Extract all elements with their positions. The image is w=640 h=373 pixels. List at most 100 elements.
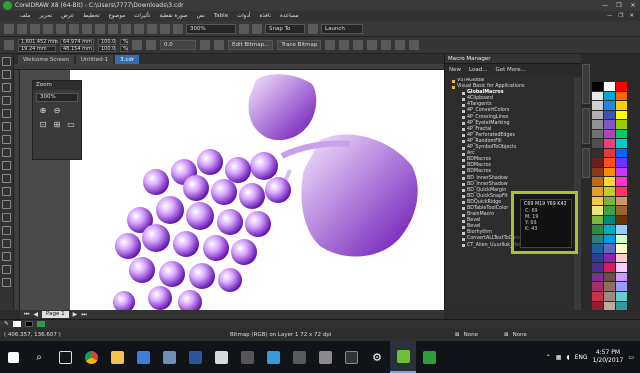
palette-swatch[interactable] [616,158,627,167]
palette-swatch[interactable] [604,101,615,110]
redo-icon[interactable] [108,23,118,34]
palette-swatch[interactable] [604,158,615,167]
publish-pdf-icon[interactable] [160,23,170,34]
export-icon[interactable] [147,23,157,34]
menu-tools[interactable]: أدوات [237,13,250,19]
network-icon[interactable]: ▦ [556,354,562,361]
palette-swatch[interactable] [616,292,627,301]
palette-swatch[interactable] [592,91,603,101]
chevron-up-icon[interactable]: ⌃ [546,354,551,361]
full-screen-icon[interactable] [173,23,183,34]
open-icon[interactable] [17,23,27,34]
zoom-docker-level-dropdown[interactable]: 300% [36,93,78,102]
launch-dropdown[interactable]: Launch [321,23,363,34]
edit-bitmap-button[interactable]: Edit Bitmap... [228,40,274,50]
macro-load-button[interactable]: Load... [469,67,487,73]
palette-swatch[interactable] [592,82,603,91]
palette-swatch[interactable] [616,196,627,206]
palette-swatch[interactable] [592,139,603,148]
fill-none-icon[interactable]: ⊠ [455,332,460,338]
palette-swatch[interactable] [604,272,615,282]
palette-swatch[interactable] [592,234,603,244]
eyedropper-tool-icon[interactable] [2,239,11,248]
menu-edit[interactable]: تحرير [39,13,52,19]
menu-object[interactable]: موضوع [109,13,126,19]
show-rulers-icon[interactable] [239,23,249,34]
palette-swatch[interactable] [616,129,627,139]
palette-swatch[interactable] [616,167,627,177]
scale-height-field[interactable]: 100.0 [98,45,116,52]
menu-bitmaps[interactable]: صورة نقطية [159,13,187,19]
first-page-icon[interactable]: ⏮ [24,311,29,319]
palette-swatch[interactable] [592,292,603,301]
mirror-vertical-icon[interactable] [214,40,224,50]
snap-to-dropdown[interactable]: Snap To [265,23,305,34]
zoom-tool-icon[interactable] [2,96,11,105]
taskbar-app-2[interactable] [156,341,182,373]
y-position-field[interactable]: 19.24 mm [18,45,56,52]
taskbar-app-1[interactable] [130,341,156,373]
palette-swatch[interactable] [592,225,603,234]
shape-tool-icon[interactable] [2,70,11,79]
palette-swatch[interactable] [604,82,615,91]
palette-swatch[interactable] [616,187,627,196]
grape-bitmap-artwork[interactable] [20,70,444,310]
taskbar-chrome[interactable] [78,341,104,373]
palette-swatch[interactable] [616,272,627,282]
transparency-tool-icon[interactable] [2,226,11,235]
palette-swatch[interactable] [592,110,603,120]
palette-swatch[interactable] [616,244,627,253]
menu-view[interactable]: عرض [61,13,74,19]
undo-icon[interactable] [95,23,105,34]
taskbar-app-9[interactable] [338,341,364,373]
palette-swatch[interactable] [592,253,603,263]
palette-swatch[interactable] [604,196,615,206]
quick-customize-icon[interactable] [409,40,420,50]
language-indicator[interactable]: ENG [575,354,588,361]
crop-bitmap-icon[interactable] [325,40,336,50]
zoom-level-dropdown[interactable]: 300% [186,23,236,34]
palette-swatch[interactable] [604,215,615,225]
resample-icon[interactable] [339,40,350,50]
taskbar-app-3[interactable] [182,341,208,373]
parallel-dimension-tool-icon[interactable] [2,187,11,196]
menu-file[interactable]: ملف [20,13,30,19]
menu-help[interactable]: مساعدة [280,13,299,19]
palette-swatch[interactable] [592,158,603,167]
palette-swatch[interactable] [592,129,603,139]
import-icon[interactable] [134,23,144,34]
palette-swatch[interactable] [592,101,603,110]
palette-swatch[interactable] [616,148,627,158]
notifications-icon[interactable]: ▭ [628,354,634,361]
doc-minimize-button[interactable]: — [607,13,613,19]
palette-swatch[interactable] [616,139,627,148]
palette-swatch[interactable] [604,234,615,244]
palette-swatch[interactable] [616,101,627,110]
next-page-icon[interactable]: ▶ [73,311,78,318]
zoom-all-icon[interactable]: ⊞ [52,120,62,130]
palette-swatch[interactable] [592,272,603,282]
palette-swatch[interactable] [604,129,615,139]
palette-swatch[interactable] [616,253,627,263]
crop-tool-icon[interactable] [2,83,11,92]
search-content-icon[interactable] [121,23,131,34]
zoom-out-icon[interactable]: ⊖ [52,106,62,116]
volume-icon[interactable]: ◖ [566,354,569,361]
add-tool-icon[interactable] [2,278,11,287]
copy-icon[interactable] [69,23,79,34]
rotation-angle-field[interactable]: 0.0 [160,40,196,50]
taskbar-app-4[interactable] [208,341,234,373]
palette-swatch[interactable] [604,253,615,263]
pick-tool-icon[interactable] [2,57,11,66]
tab-3-cdr[interactable]: 3.cdr [115,55,140,64]
palette-swatch[interactable] [616,282,627,292]
taskbar-coreldraw[interactable] [390,341,416,373]
palette-swatch[interactable] [616,234,627,244]
freehand-tool-icon[interactable] [2,109,11,118]
search-button[interactable]: ⌕ [26,341,52,373]
palette-swatch[interactable] [592,196,603,206]
interactive-fill-tool-icon[interactable] [2,252,11,261]
palette-swatch[interactable] [616,301,627,311]
palette-swatch[interactable] [592,187,603,196]
zoom-selected-icon[interactable]: ⊡ [38,120,48,130]
